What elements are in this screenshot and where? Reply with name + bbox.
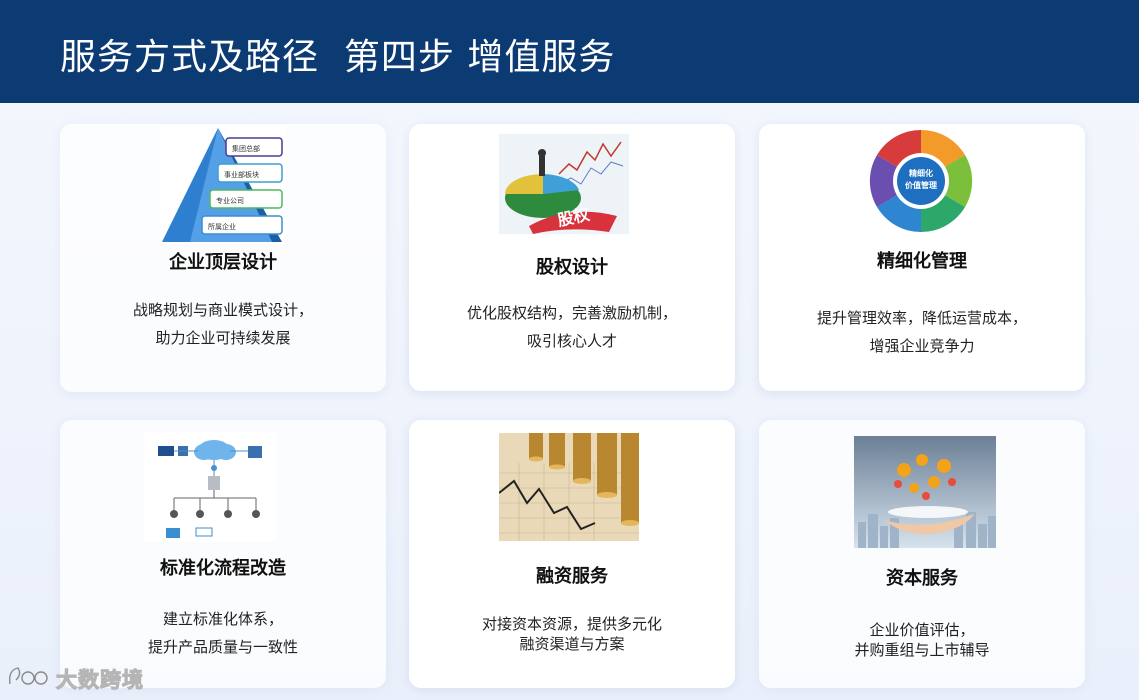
card-title: 融资服务 bbox=[536, 566, 608, 587]
wheel-label-2: 价值管理 bbox=[905, 180, 937, 190]
card-description: 优化股权结构，完善激励机制， 吸引核心人才 bbox=[409, 299, 735, 355]
watermark: 大数跨境 bbox=[6, 664, 144, 694]
card-description-line-2: 吸引核心人才 bbox=[526, 332, 617, 350]
card-description: 建立标准化体系， 提升产品质量与一致性 bbox=[60, 605, 386, 661]
card-description-line-2: 融资渠道与方案 bbox=[519, 635, 625, 653]
card-title: 精细化管理 bbox=[877, 251, 967, 272]
service-card-financing[interactable]: 融资服务 对接资本资源，提供多元化 融资渠道与方案 bbox=[409, 420, 735, 688]
capital-hand-image bbox=[854, 436, 996, 548]
logo-mark-icon bbox=[6, 664, 50, 694]
service-card-top-level-design[interactable]: 集团总部 事业部板块 专业公司 所属企业 企业顶层设计 战略规划与商业模式设计，… bbox=[60, 124, 386, 392]
card-description-line-1: 提升管理效率，降低运营成本， bbox=[816, 309, 1027, 327]
watermark-text: 大数跨境 bbox=[56, 668, 144, 693]
pyramid-diagram-image: 集团总部 事业部板块 专业公司 所属企业 bbox=[160, 126, 286, 244]
service-card-process-standardization[interactable]: 标准化流程改造 建立标准化体系， 提升产品质量与一致性 bbox=[60, 420, 386, 688]
wheel-label-1: 精细化 bbox=[909, 168, 933, 178]
service-card-equity-design[interactable]: 股权 股权设计 优化股权结构，完善激励机制， 吸引核心人才 bbox=[409, 124, 735, 391]
page-title: 服务方式及路径 第四步 增值服务 bbox=[60, 37, 616, 78]
management-wheel-image: 精细化 价值管理 bbox=[867, 128, 975, 234]
equity-pie-chart-image: 股权 bbox=[499, 134, 629, 234]
card-description-line-2: 增强企业竞争力 bbox=[869, 337, 975, 355]
page-header: 服务方式及路径 第四步 增值服务 bbox=[0, 0, 1139, 103]
pyramid-label-3: 专业公司 bbox=[216, 196, 244, 205]
card-title: 资本服务 bbox=[886, 568, 958, 589]
card-title: 企业顶层设计 bbox=[169, 252, 277, 273]
card-title: 标准化流程改造 bbox=[160, 558, 286, 579]
card-description: 提升管理效率，降低运营成本， 增强企业竞争力 bbox=[759, 304, 1085, 360]
card-description-line-2: 并购重组与上市辅导 bbox=[854, 641, 990, 659]
card-description: 企业价值评估， 并购重组与上市辅导 bbox=[759, 620, 1085, 660]
service-card-capital[interactable]: 资本服务 企业价值评估， 并购重组与上市辅导 bbox=[759, 420, 1085, 688]
card-description-line-1: 企业价值评估， bbox=[869, 621, 975, 639]
card-description: 战略规划与商业模式设计， 助力企业可持续发展 bbox=[60, 296, 386, 352]
coins-chart-image bbox=[499, 433, 639, 541]
card-description-line-1: 建立标准化体系， bbox=[162, 610, 283, 628]
pyramid-label-1: 集团总部 bbox=[232, 144, 260, 153]
pyramid-label-4: 所属企业 bbox=[208, 222, 236, 231]
card-title: 股权设计 bbox=[536, 257, 608, 278]
service-card-refined-management[interactable]: 精细化 价值管理 精细化管理 提升管理效率，降低运营成本， 增强企业竞争力 bbox=[759, 124, 1085, 391]
card-description: 对接资本资源，提供多元化 融资渠道与方案 bbox=[409, 614, 735, 654]
card-description-line-2: 提升产品质量与一致性 bbox=[147, 638, 298, 656]
card-description-line-1: 对接资本资源，提供多元化 bbox=[481, 615, 662, 633]
card-description-line-1: 战略规划与商业模式设计， bbox=[132, 301, 313, 319]
card-description-line-2: 助力企业可持续发展 bbox=[155, 329, 291, 347]
network-flow-diagram-image bbox=[144, 432, 276, 542]
pyramid-label-2: 事业部板块 bbox=[224, 170, 259, 179]
card-description-line-1: 优化股权结构，完善激励机制， bbox=[466, 304, 677, 322]
